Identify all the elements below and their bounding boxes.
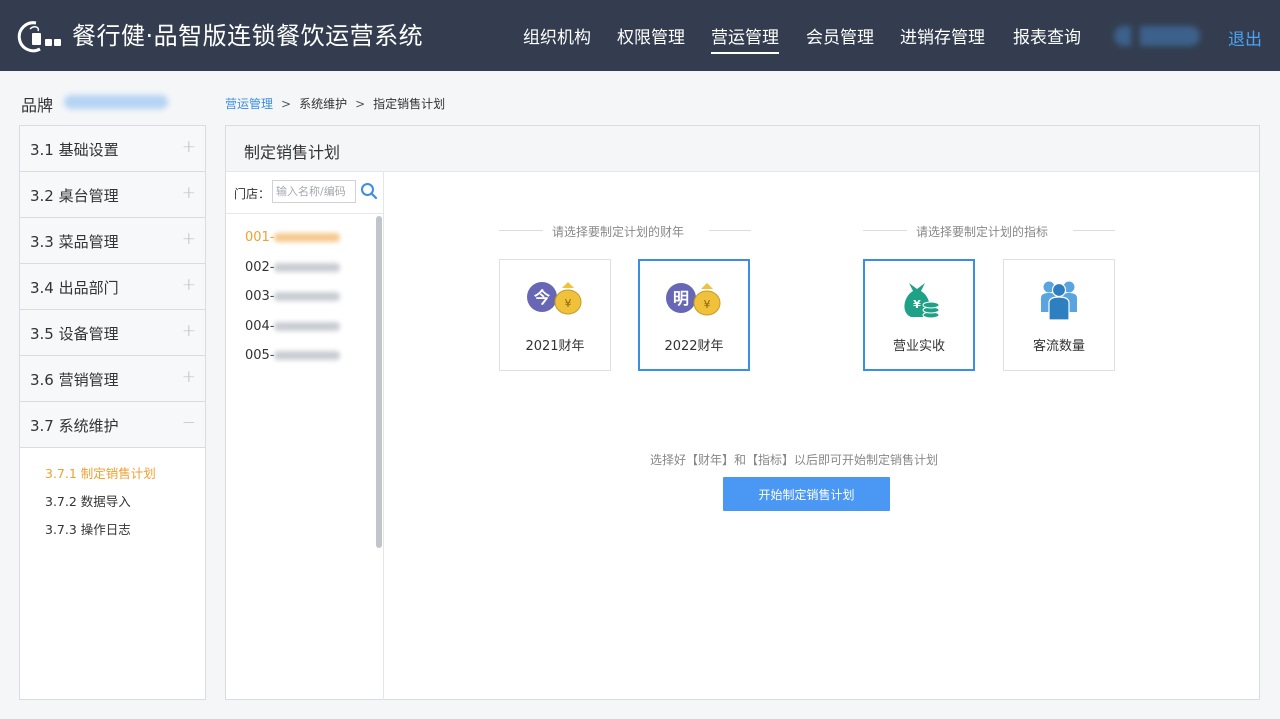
store-code: 003- bbox=[245, 289, 275, 304]
divider bbox=[1073, 230, 1115, 231]
badge-tomorrow: 明 bbox=[673, 289, 689, 308]
current-year-coin-icon: 今 ¥ bbox=[527, 282, 582, 315]
breadcrumb-separator: > bbox=[281, 97, 292, 111]
sidebar-item-table-management[interactable]: 3.2 桌台管理 + bbox=[20, 172, 205, 218]
money-bag-icon: ¥ bbox=[904, 283, 940, 319]
yuan-symbol: ¥ bbox=[565, 297, 572, 310]
nav-item-reports[interactable]: 报表查询 bbox=[1013, 26, 1081, 50]
expand-icon[interactable]: + bbox=[182, 183, 196, 203]
sidebar-item-system-maintenance[interactable]: 3.7 系统维护 − bbox=[20, 402, 205, 448]
expand-icon[interactable]: + bbox=[182, 367, 196, 387]
store-list-item[interactable]: 003- bbox=[226, 283, 376, 313]
logout-button[interactable]: 退出 bbox=[1228, 25, 1262, 50]
yuan-symbol: ¥ bbox=[704, 298, 711, 311]
store-name-redacted bbox=[274, 351, 340, 360]
search-icon[interactable] bbox=[360, 182, 378, 200]
next-year-coin-icon: 明 ¥ bbox=[666, 283, 721, 316]
nav-item-members[interactable]: 会员管理 bbox=[806, 26, 874, 50]
store-list: 001- 002- 003- 004- 005- bbox=[226, 224, 376, 372]
divider bbox=[709, 230, 751, 231]
store-search-row: 门店： bbox=[226, 172, 383, 214]
divider bbox=[863, 230, 907, 231]
sidebar-item-device-management[interactable]: 3.5 设备管理 + bbox=[20, 310, 205, 356]
expand-icon[interactable]: + bbox=[182, 137, 196, 157]
app-title: 餐行健·品智版连锁餐饮运营系统 bbox=[72, 22, 424, 50]
store-label: 门店： bbox=[234, 187, 271, 201]
store-code: 001- bbox=[245, 230, 275, 245]
store-name-redacted bbox=[274, 292, 340, 301]
fiscal-year-caption: 请选择要制定计划的财年 bbox=[499, 223, 751, 239]
sidebar-subitem-operation-log[interactable]: 3.7.3 操作日志 bbox=[20, 519, 205, 547]
nav-item-permissions[interactable]: 权限管理 bbox=[617, 26, 685, 50]
card-label: 营业实收 bbox=[892, 339, 945, 354]
expand-icon[interactable]: + bbox=[182, 229, 196, 249]
logo-icon bbox=[17, 21, 61, 53]
fiscal-year-caption-text: 请选择要制定计划的财年 bbox=[552, 225, 685, 239]
store-column: 门店： 001- 002- 003- 004- bbox=[226, 172, 384, 700]
sidebar-item-label: 3.5 设备管理 bbox=[30, 325, 119, 343]
divider bbox=[499, 230, 543, 231]
store-list-item[interactable]: 001- bbox=[226, 224, 376, 254]
store-list-item[interactable]: 002- bbox=[226, 254, 376, 284]
sidebar: 3.1 基础设置 + 3.2 桌台管理 + 3.3 菜品管理 + 3.4 出品部… bbox=[19, 125, 206, 700]
people-icon bbox=[1041, 281, 1077, 321]
brand-selector[interactable] bbox=[64, 95, 168, 109]
breadcrumb-system-maintenance: 系统维护 bbox=[299, 97, 348, 111]
breadcrumb-separator: > bbox=[355, 97, 366, 111]
sidebar-item-label: 3.7 系统维护 bbox=[30, 417, 119, 435]
store-code: 005- bbox=[245, 348, 275, 363]
brand-label: 品牌 bbox=[21, 96, 54, 115]
metric-caption-text: 请选择要制定计划的指标 bbox=[916, 225, 1049, 239]
store-name-redacted bbox=[274, 233, 340, 242]
collapse-icon[interactable]: − bbox=[182, 413, 196, 433]
sidebar-item-label: 3.2 桌台管理 bbox=[30, 187, 119, 205]
fiscal-year-card-2022[interactable]: 明 ¥ 2022财年 bbox=[638, 259, 750, 371]
breadcrumb: 营运管理 > 系统维护 > 指定销售计划 bbox=[225, 95, 445, 112]
instruction-hint: 选择好【财年】和【指标】以后即可开始制定销售计划 bbox=[650, 453, 939, 467]
top-navigation-bar: 餐行健·品智版连锁餐饮运营系统 组织机构 权限管理 营运管理 会员管理 进销存管… bbox=[0, 0, 1280, 71]
store-search-input[interactable] bbox=[272, 180, 356, 203]
store-name-redacted bbox=[274, 321, 340, 331]
yuan-symbol: ¥ bbox=[913, 298, 921, 311]
metric-card-revenue[interactable]: ¥ 营业实收 bbox=[863, 259, 975, 371]
card-label: 2022财年 bbox=[664, 339, 724, 354]
page-title: 制定销售计划 bbox=[244, 143, 341, 162]
main-panel: 制定销售计划 门店： 001- 002- 003- bbox=[225, 125, 1260, 700]
user-account[interactable] bbox=[1114, 26, 1200, 46]
sidebar-item-basic-settings[interactable]: 3.1 基础设置 + bbox=[20, 126, 205, 172]
sidebar-subitem-data-import[interactable]: 3.7.2 数据导入 bbox=[20, 491, 205, 519]
sidebar-item-label: 3.4 出品部门 bbox=[30, 279, 119, 297]
breadcrumb-operations[interactable]: 营运管理 bbox=[225, 97, 273, 111]
sidebar-item-label: 3.3 菜品管理 bbox=[30, 233, 119, 251]
store-list-scrollbar[interactable] bbox=[376, 216, 382, 548]
store-name-redacted bbox=[274, 262, 340, 272]
start-sales-plan-button[interactable]: 开始制定销售计划 bbox=[723, 477, 890, 511]
card-label: 2021财年 bbox=[525, 339, 585, 354]
metric-caption: 请选择要制定计划的指标 bbox=[863, 223, 1115, 239]
panel-header: 制定销售计划 bbox=[226, 126, 1259, 172]
store-list-item[interactable]: 004- bbox=[226, 313, 376, 343]
nav-item-operations[interactable]: 营运管理 bbox=[711, 26, 779, 54]
sidebar-item-marketing-management[interactable]: 3.6 营销管理 + bbox=[20, 356, 205, 402]
expand-icon[interactable]: + bbox=[182, 275, 196, 295]
metric-card-customer-count[interactable]: 客流数量 bbox=[1003, 259, 1115, 371]
store-code: 002- bbox=[245, 259, 275, 275]
store-list-item[interactable]: 005- bbox=[226, 342, 376, 372]
card-label: 客流数量 bbox=[1032, 339, 1085, 354]
fiscal-year-card-2021[interactable]: 今 ¥ 2021财年 bbox=[499, 259, 611, 371]
breadcrumb-current: 指定销售计划 bbox=[373, 97, 446, 111]
sidebar-item-dish-management[interactable]: 3.3 菜品管理 + bbox=[20, 218, 205, 264]
sidebar-sub-list: 3.7.1 制定销售计划 3.7.2 数据导入 3.7.3 操作日志 bbox=[20, 448, 205, 547]
sidebar-item-label: 3.1 基础设置 bbox=[30, 141, 119, 159]
expand-icon[interactable]: + bbox=[182, 321, 196, 341]
nav-item-inventory[interactable]: 进销存管理 bbox=[900, 26, 985, 50]
nav-item-organization[interactable]: 组织机构 bbox=[523, 26, 591, 50]
sidebar-subitem-sales-plan[interactable]: 3.7.1 制定销售计划 bbox=[20, 463, 205, 491]
store-code: 004- bbox=[245, 318, 275, 334]
badge-today: 今 bbox=[533, 288, 550, 307]
sidebar-item-label: 3.6 营销管理 bbox=[30, 371, 119, 389]
sidebar-item-kitchen-departments[interactable]: 3.4 出品部门 + bbox=[20, 264, 205, 310]
